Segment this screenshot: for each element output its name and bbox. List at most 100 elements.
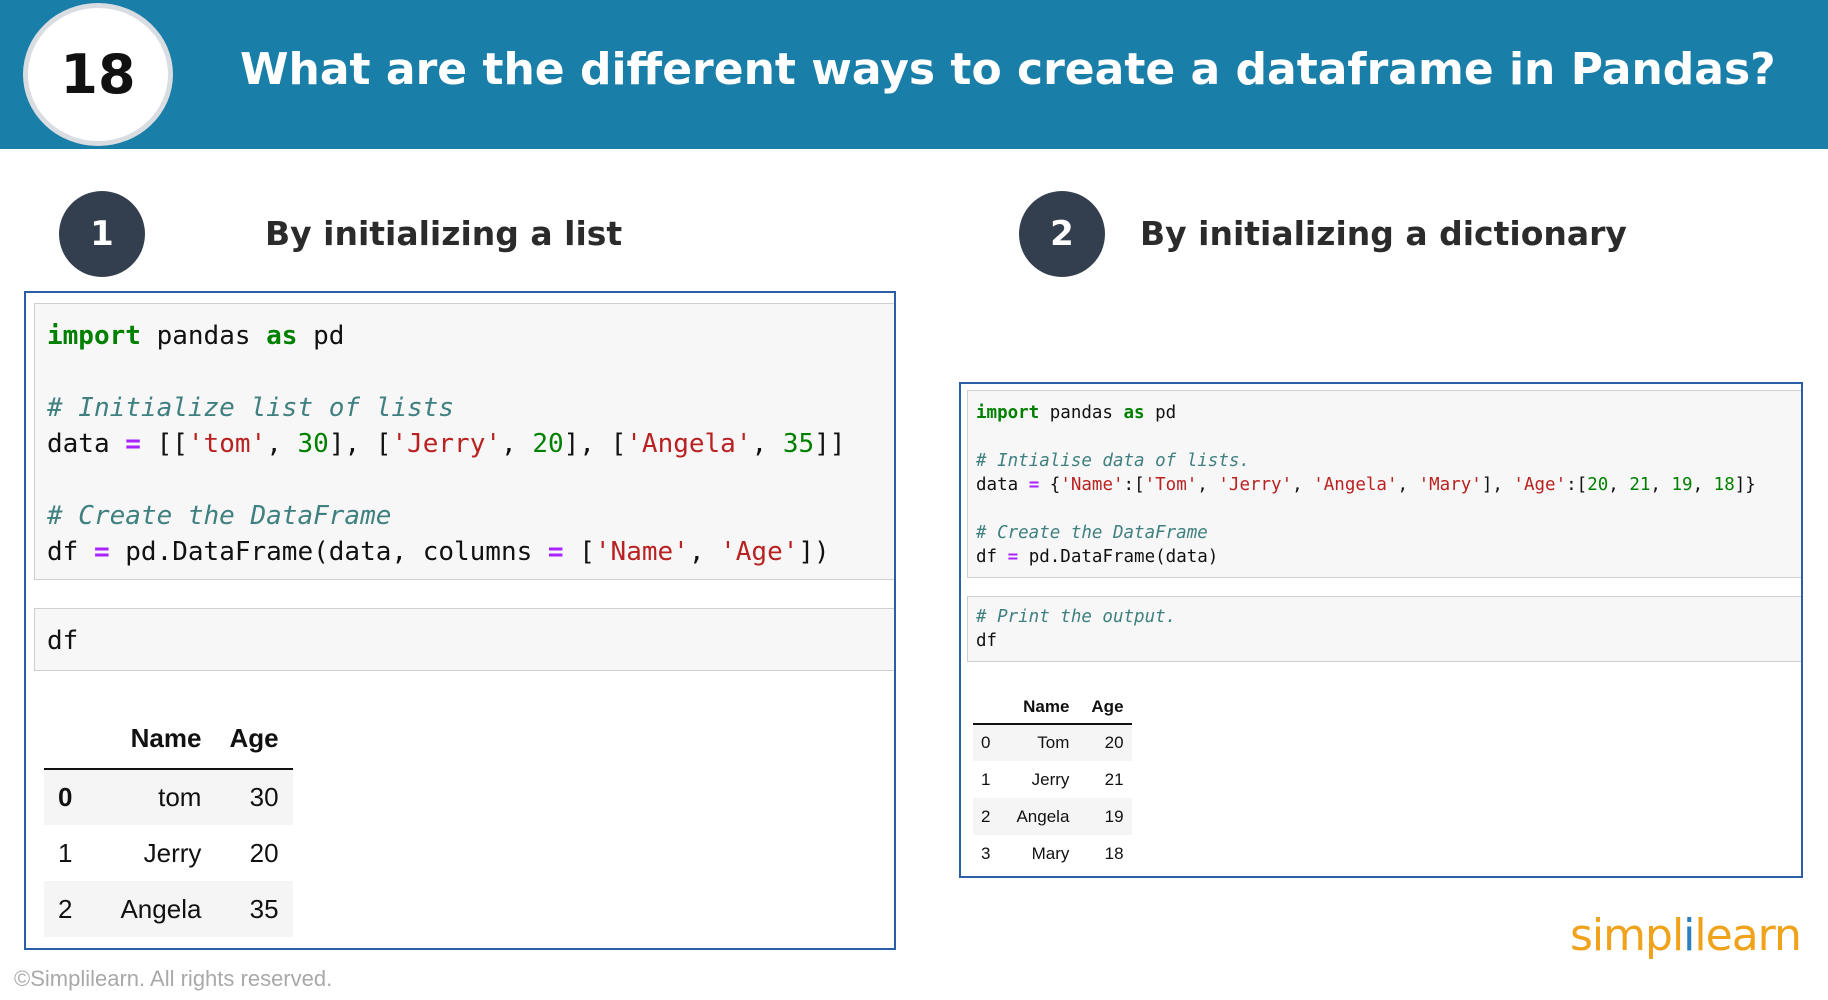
row-index: 0 [981,733,991,752]
code-cell-df-input[interactable]: df [34,608,894,671]
code-number: 21 [1629,475,1651,495]
code-text: pd [297,321,345,351]
logo-text: simpl [1570,910,1684,961]
code-operator: = [125,429,141,459]
code-string: 'Age' [1513,475,1567,495]
code-operator: = [1028,475,1040,495]
code-cell-dict-input[interactable]: import pandas as pd # Intialise data of … [967,390,1801,578]
code-text: :[ [1566,475,1588,495]
code-text: { [1039,475,1061,495]
code-text: pd [1144,403,1177,423]
code-block: import pandas as pd # Initialize list of… [47,318,845,570]
logo-text: i [1683,910,1695,961]
code-comment: # Intialise data of lists. [976,451,1250,471]
table-cell-name: Tom [1037,733,1070,752]
code-keyword: as [1123,403,1145,423]
code-number: 35 [782,429,815,459]
row-index: 2 [58,893,73,924]
code-text: ], [ [563,429,627,459]
code-text: data [976,475,1029,495]
code-cell-list-input[interactable]: import pandas as pd # Initialize list of… [34,303,894,580]
code-operator: = [547,537,564,567]
index-header [973,690,999,725]
column-header-name: Name [998,690,1078,725]
header-banner: 18 What are the different ways to create… [0,0,1828,149]
code-text: ]] [814,429,846,459]
code-keyword: import [976,403,1040,423]
column-header-age: Age [1077,690,1132,725]
code-text: , [501,429,533,459]
code-line: df [47,626,79,656]
code-comment: # Print the output. [976,607,1177,627]
table-cell-age: 20 [249,837,279,868]
table-cell-age: 21 [1104,769,1124,789]
code-cell-print-input[interactable]: # Print the output. df [967,596,1801,662]
code-string: 'Angela' [1313,475,1398,495]
table-cell-age: 30 [249,782,279,812]
index-header [44,713,87,770]
code-string: 'Jerry' [391,429,502,459]
table-cell-name: tom [158,782,202,812]
code-number: 30 [297,429,329,459]
code-keyword: as [266,321,298,351]
table-cell-name: Jerry [143,837,202,868]
code-text: , [751,429,783,459]
code-string: 'Angela' [626,429,752,459]
table-row: 0 tom 30 [44,769,293,825]
table-cell-name: Angela [1016,806,1070,826]
code-operator: = [93,537,110,567]
code-text: , [1292,475,1314,495]
question-number-badge: 18 [23,3,173,146]
row-index: 2 [981,806,991,826]
dataframe-output-table: Name Age 0 Tom 20 1 Jerry 21 2 Angela 19… [973,690,1132,872]
code-keyword: import [47,321,141,351]
code-number: 20 [1587,475,1609,495]
code-text: pd.DataFrame(data, columns [109,537,548,567]
code-text: pandas [1039,403,1124,423]
code-comment: # Create the DataFrame [47,501,392,531]
code-text: , [1650,475,1672,495]
code-string: 'Name' [594,537,689,567]
code-comment: # Create the DataFrame [976,523,1208,543]
table-cell-age: 19 [1104,806,1124,826]
table-cell-age: 35 [249,893,279,924]
row-index: 1 [58,837,73,868]
section-1-badge: 1 [59,191,145,277]
code-operator: = [1007,547,1019,567]
section-2-badge: 2 [1019,191,1105,277]
table-row: 2 Angela 19 [973,798,1132,835]
code-text: pd.DataFrame(data) [1018,547,1219,567]
row-index: 1 [981,769,991,789]
code-string: 'Mary' [1418,475,1482,495]
code-text: , [1692,475,1714,495]
table-row: 1 Jerry 21 [973,761,1132,798]
code-string: 'Name' [1060,475,1124,495]
code-string: 'Age' [720,537,799,567]
section-1-notebook-panel: import pandas as pd # Initialize list of… [24,291,896,950]
code-block: import pandas as pd # Intialise data of … [976,401,1756,569]
table-row: 2 Angela 35 [44,881,293,937]
code-string: 'Jerry' [1218,475,1293,495]
code-number: 18 [1713,475,1735,495]
table-cell-age: 20 [1104,733,1124,752]
code-text: df [976,631,998,651]
section-1-title: By initializing a list [265,214,623,253]
table-cell-age: 18 [1104,843,1124,863]
column-header-name: Name [86,713,216,770]
code-text: , [688,537,721,567]
table-row: 1 Jerry 20 [44,825,293,881]
code-text: df [976,547,1008,567]
code-text: ], [ [328,429,392,459]
page-title: What are the different ways to create a … [240,44,1776,95]
row-index: 3 [981,843,991,863]
row-index: 0 [58,782,73,812]
code-text: ]} [1734,475,1756,495]
code-text: , [1397,475,1419,495]
section-2-notebook-panel: import pandas as pd # Intialise data of … [959,382,1803,878]
table-cell-name: Jerry [1031,769,1070,789]
code-text: [[ [140,429,188,459]
code-text: ]) [798,537,830,567]
section-2-title: By initializing a dictionary [1140,214,1627,253]
code-string: 'Tom' [1144,475,1198,495]
table-row: 0 Tom 20 [973,724,1132,761]
